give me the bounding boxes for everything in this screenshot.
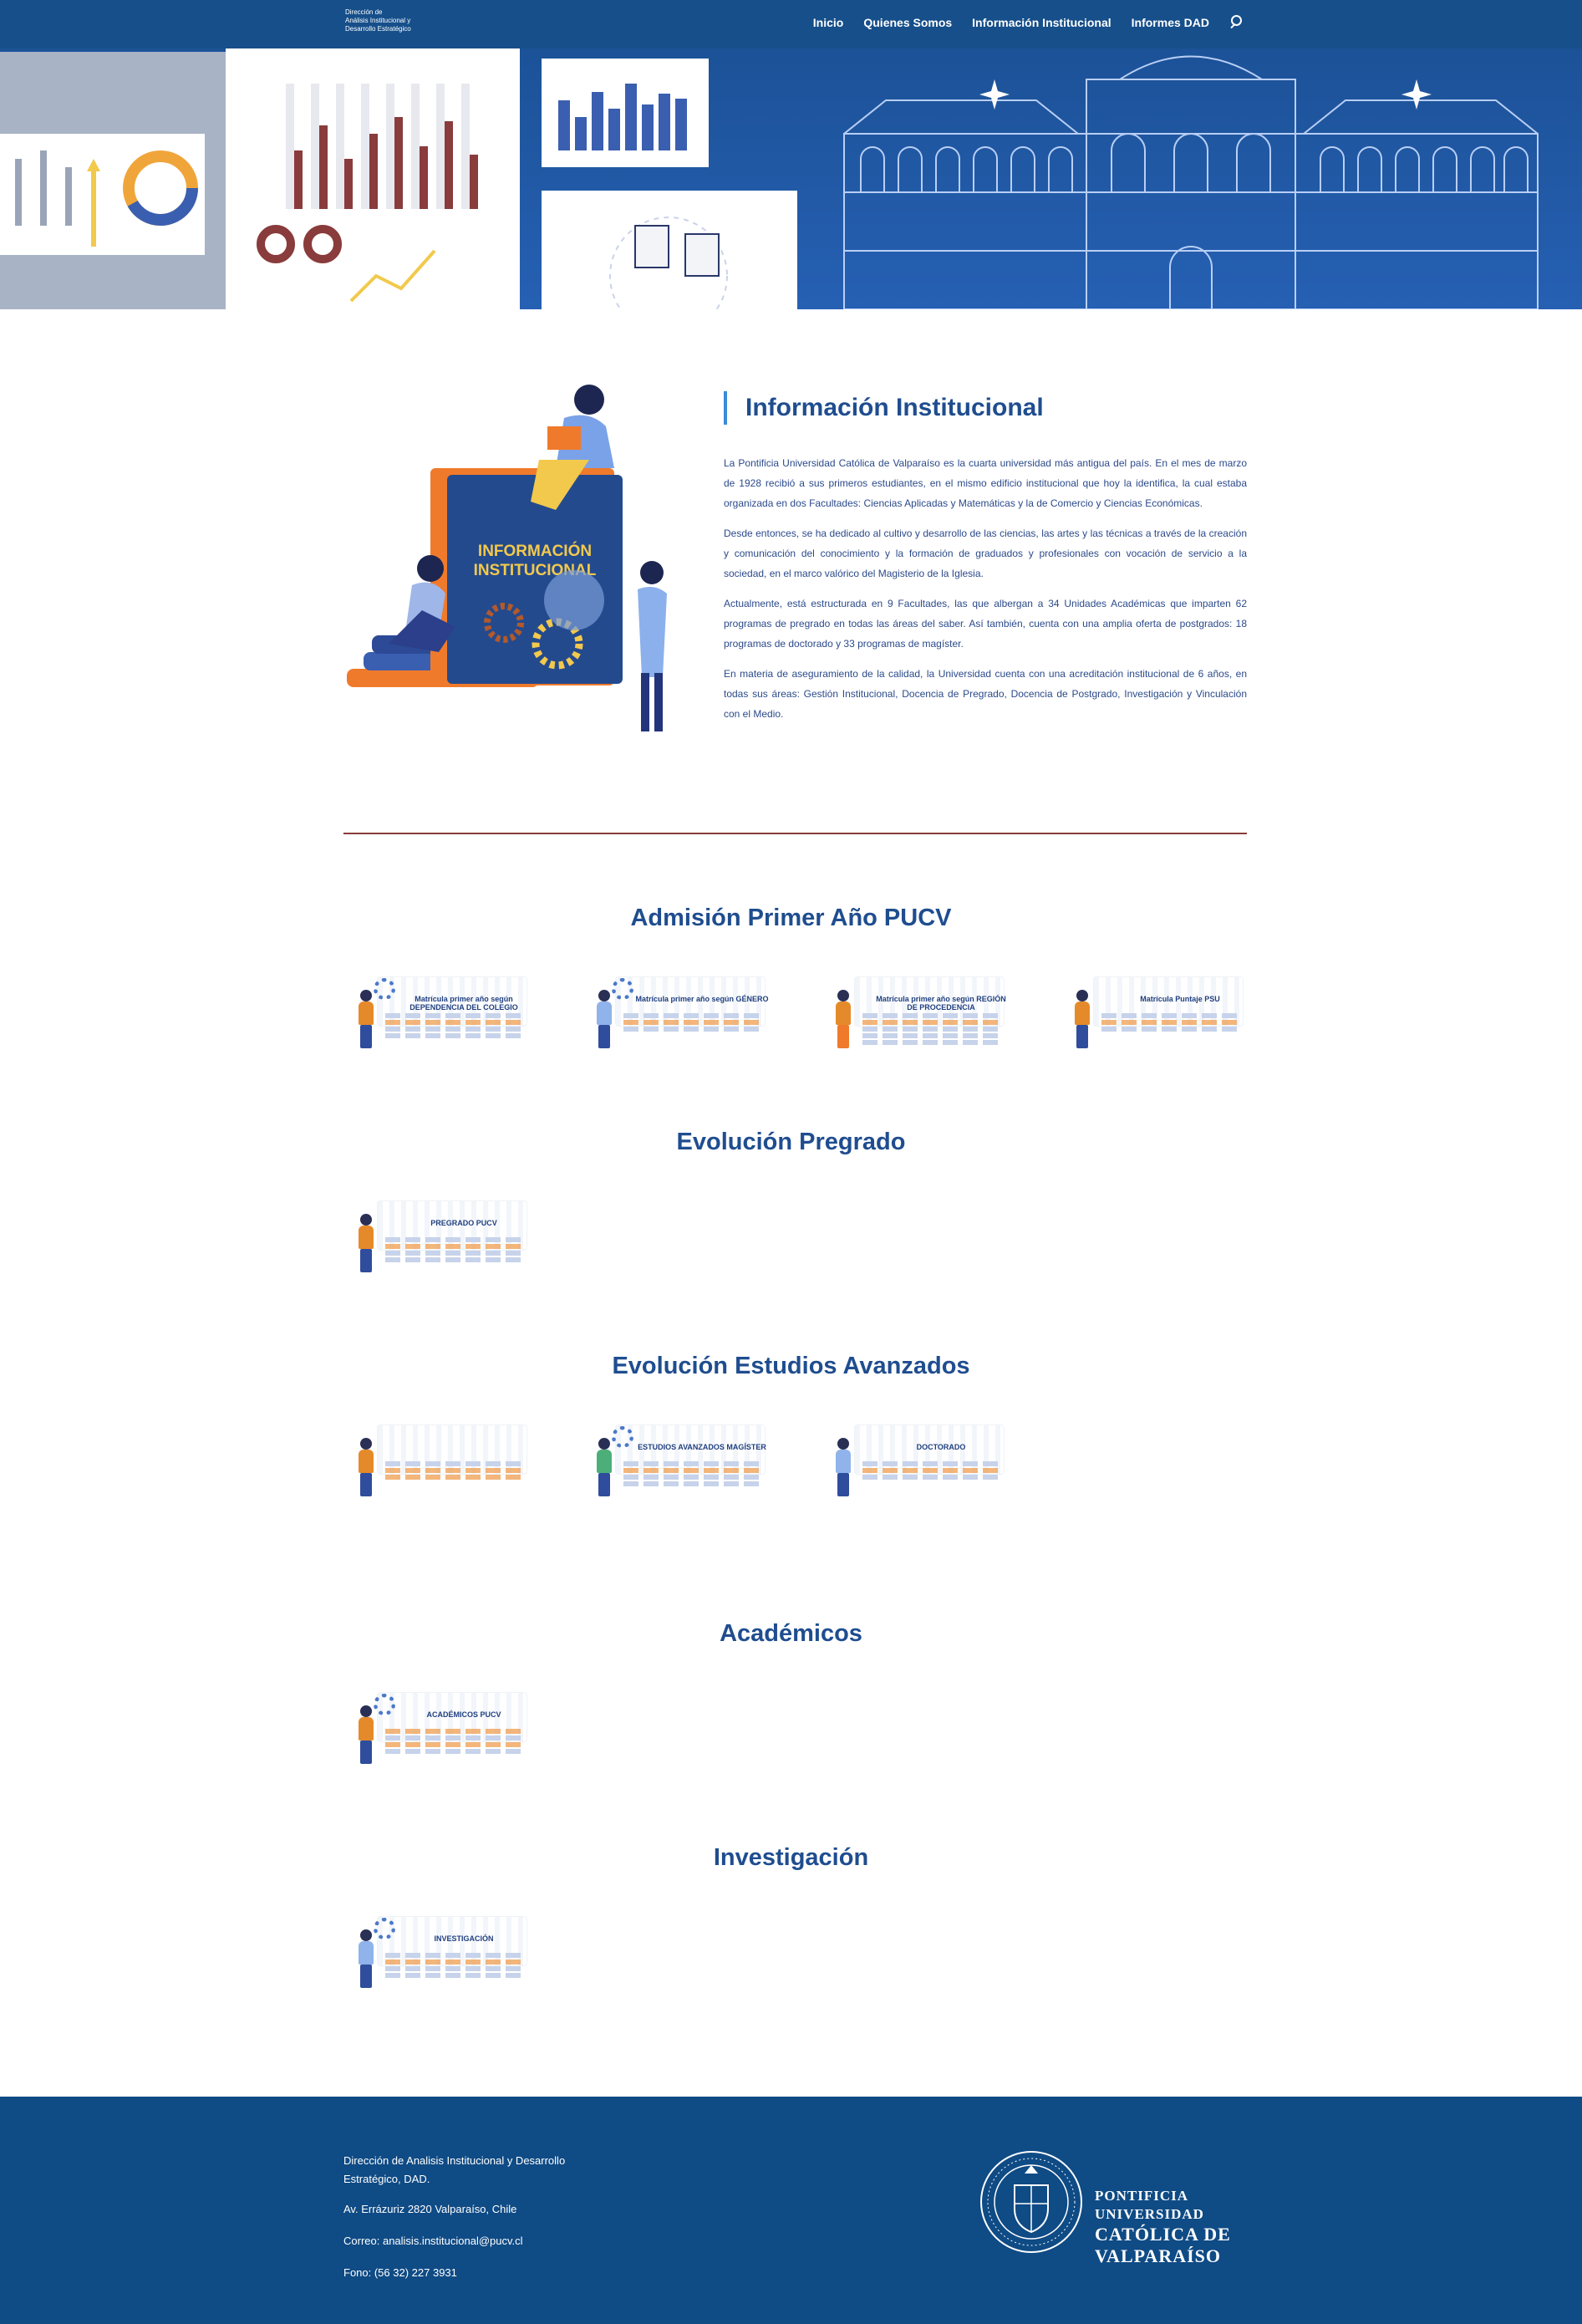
report-card-table <box>623 1013 764 1047</box>
report-card-magister[interactable]: ESTUDIOS AVANZADOS MAGÍSTER <box>582 1418 772 1510</box>
person-illustration <box>355 1929 377 1988</box>
university-name-line-4: VALPARAÍSO <box>1095 2245 1221 2266</box>
nav-inicio[interactable]: Inicio <box>813 16 844 29</box>
report-card-table <box>385 1237 526 1271</box>
report-card-table <box>623 1461 764 1495</box>
report-card-title: Matrícula Puntaje PSU <box>1140 995 1220 1003</box>
book-label-1: INFORMACIÓN <box>478 542 592 560</box>
report-card-table <box>862 1461 1003 1495</box>
nav-informacion-institucional[interactable]: Información Institucional <box>972 16 1111 29</box>
university-name-line-3: CATÓLICA DE <box>1095 2224 1231 2245</box>
logo-line-3: Desarrollo Estratégico <box>345 25 411 33</box>
footer-phone: Fono: (56 32) 227 3931 <box>343 2266 457 2279</box>
report-card-genero[interactable]: Matrícula primer año según GÉNERO <box>582 970 772 1062</box>
report-card-pregrado[interactable]: PREGRADO PUCV <box>343 1194 534 1286</box>
report-card-table <box>862 1013 1003 1047</box>
report-card-title: Matrícula primer año según REGIÓN DE PRO… <box>876 995 1006 1012</box>
report-card-doctorado[interactable]: DOCTORADO <box>821 1418 1011 1510</box>
logo-line-1: Dirección de <box>345 8 383 16</box>
report-card-title: ESTUDIOS AVANZADOS MAGÍSTER <box>638 1443 766 1451</box>
report-card-table <box>385 1729 526 1762</box>
university-name-line-2: UNIVERSIDAD <box>1095 2206 1204 2222</box>
search-icon[interactable] <box>1229 15 1244 30</box>
person-illustration <box>832 1438 854 1496</box>
report-card-table <box>385 1461 526 1495</box>
intro-paragraph-1: La Pontificia Universidad Católica de Va… <box>724 457 1247 509</box>
person-illustration <box>593 1438 615 1496</box>
intro-illustration: INFORMACIÓN INSTITUCIONAL <box>338 368 689 761</box>
report-card-region[interactable]: Matrícula primer año según REGIÓN DE PRO… <box>821 970 1011 1062</box>
university-seal-icon <box>980 2151 1082 2253</box>
section-title-estudios-avanzados: Evolución Estudios Avanzados <box>612 1353 970 1379</box>
report-card-postgrado[interactable] <box>343 1418 534 1510</box>
intro-paragraph-3: Actualmente, está estructurada en 9 Facu… <box>724 598 1247 650</box>
report-card-title: DOCTORADO <box>916 1443 966 1451</box>
report-card-table <box>1101 1013 1242 1047</box>
site-logo[interactable]: Dirección de Análisis Institucional y De… <box>345 8 437 33</box>
section-title-academicos: Académicos <box>720 1620 862 1647</box>
report-card-investigacion[interactable]: INVESTIGACIÓN <box>343 1909 534 2001</box>
footer-email[interactable]: Correo: analisis.institucional@pucv.cl <box>343 2232 611 2250</box>
person-illustration <box>355 1438 377 1496</box>
report-card-title: Matrícula primer año según GÉNERO <box>635 995 769 1003</box>
section-title-investigacion: Investigación <box>713 1844 869 1871</box>
nav-informes-dad[interactable]: Informes DAD <box>1132 16 1209 29</box>
person-illustration <box>832 990 854 1048</box>
footer-org: Dirección de Analisis Institucional y De… <box>343 2154 566 2185</box>
report-card-title: INVESTIGACIÓN <box>434 1934 494 1943</box>
report-card-table <box>385 1013 526 1047</box>
intro-section: Información Institucional La Pontificia … <box>724 391 1247 734</box>
footer-contact: Dirección de Analisis Institucional y De… <box>343 2152 611 2296</box>
section-title-admision: Admisión Primer Año PUCV <box>630 905 952 931</box>
person-illustration <box>355 1705 377 1764</box>
top-header: Dirección de Análisis Institucional y De… <box>0 0 1582 48</box>
intro-title: Información Institucional <box>724 391 1247 425</box>
report-card-title: PREGRADO PUCV <box>430 1219 497 1227</box>
intro-paragraph-4: En materia de aseguramiento de la calida… <box>724 668 1247 720</box>
logo-line-2: Análisis Institucional y <box>345 17 411 24</box>
section-divider <box>343 833 1247 834</box>
person-illustration <box>355 1214 377 1272</box>
report-card-table <box>385 1953 526 1986</box>
report-card-dependencia[interactable]: Matrícula primer año según DEPENDENCIA D… <box>343 970 534 1062</box>
section-title-pregrado: Evolución Pregrado <box>676 1129 906 1155</box>
site-footer: Dirección de Analisis Institucional y De… <box>0 2097 1582 2324</box>
university-name: PONTIFICIA UNIVERSIDAD CATÓLICA DE VALPA… <box>1095 2187 1231 2267</box>
university-name-line-1: PONTIFICIA <box>1095 2188 1189 2204</box>
footer-address: Av. Errázuriz 2820 Valparaíso, Chile <box>343 2203 517 2215</box>
person-illustration <box>593 990 615 1048</box>
report-card-title: Matrícula primer año según DEPENDENCIA D… <box>409 995 518 1012</box>
person-illustration <box>1071 990 1093 1048</box>
main-nav: Inicio Quienes Somos Información Institu… <box>813 15 1582 30</box>
person-illustration <box>355 990 377 1048</box>
report-card-title: ACADÉMICOS PUCV <box>426 1710 501 1719</box>
intro-paragraph-2: Desde entonces, se ha dedicado al cultiv… <box>724 527 1247 579</box>
report-card-psu[interactable]: Matrícula Puntaje PSU <box>1060 970 1250 1062</box>
nav-quienes-somos[interactable]: Quienes Somos <box>863 16 952 29</box>
report-card-academicos[interactable]: ACADÉMICOS PUCV <box>343 1685 534 1777</box>
